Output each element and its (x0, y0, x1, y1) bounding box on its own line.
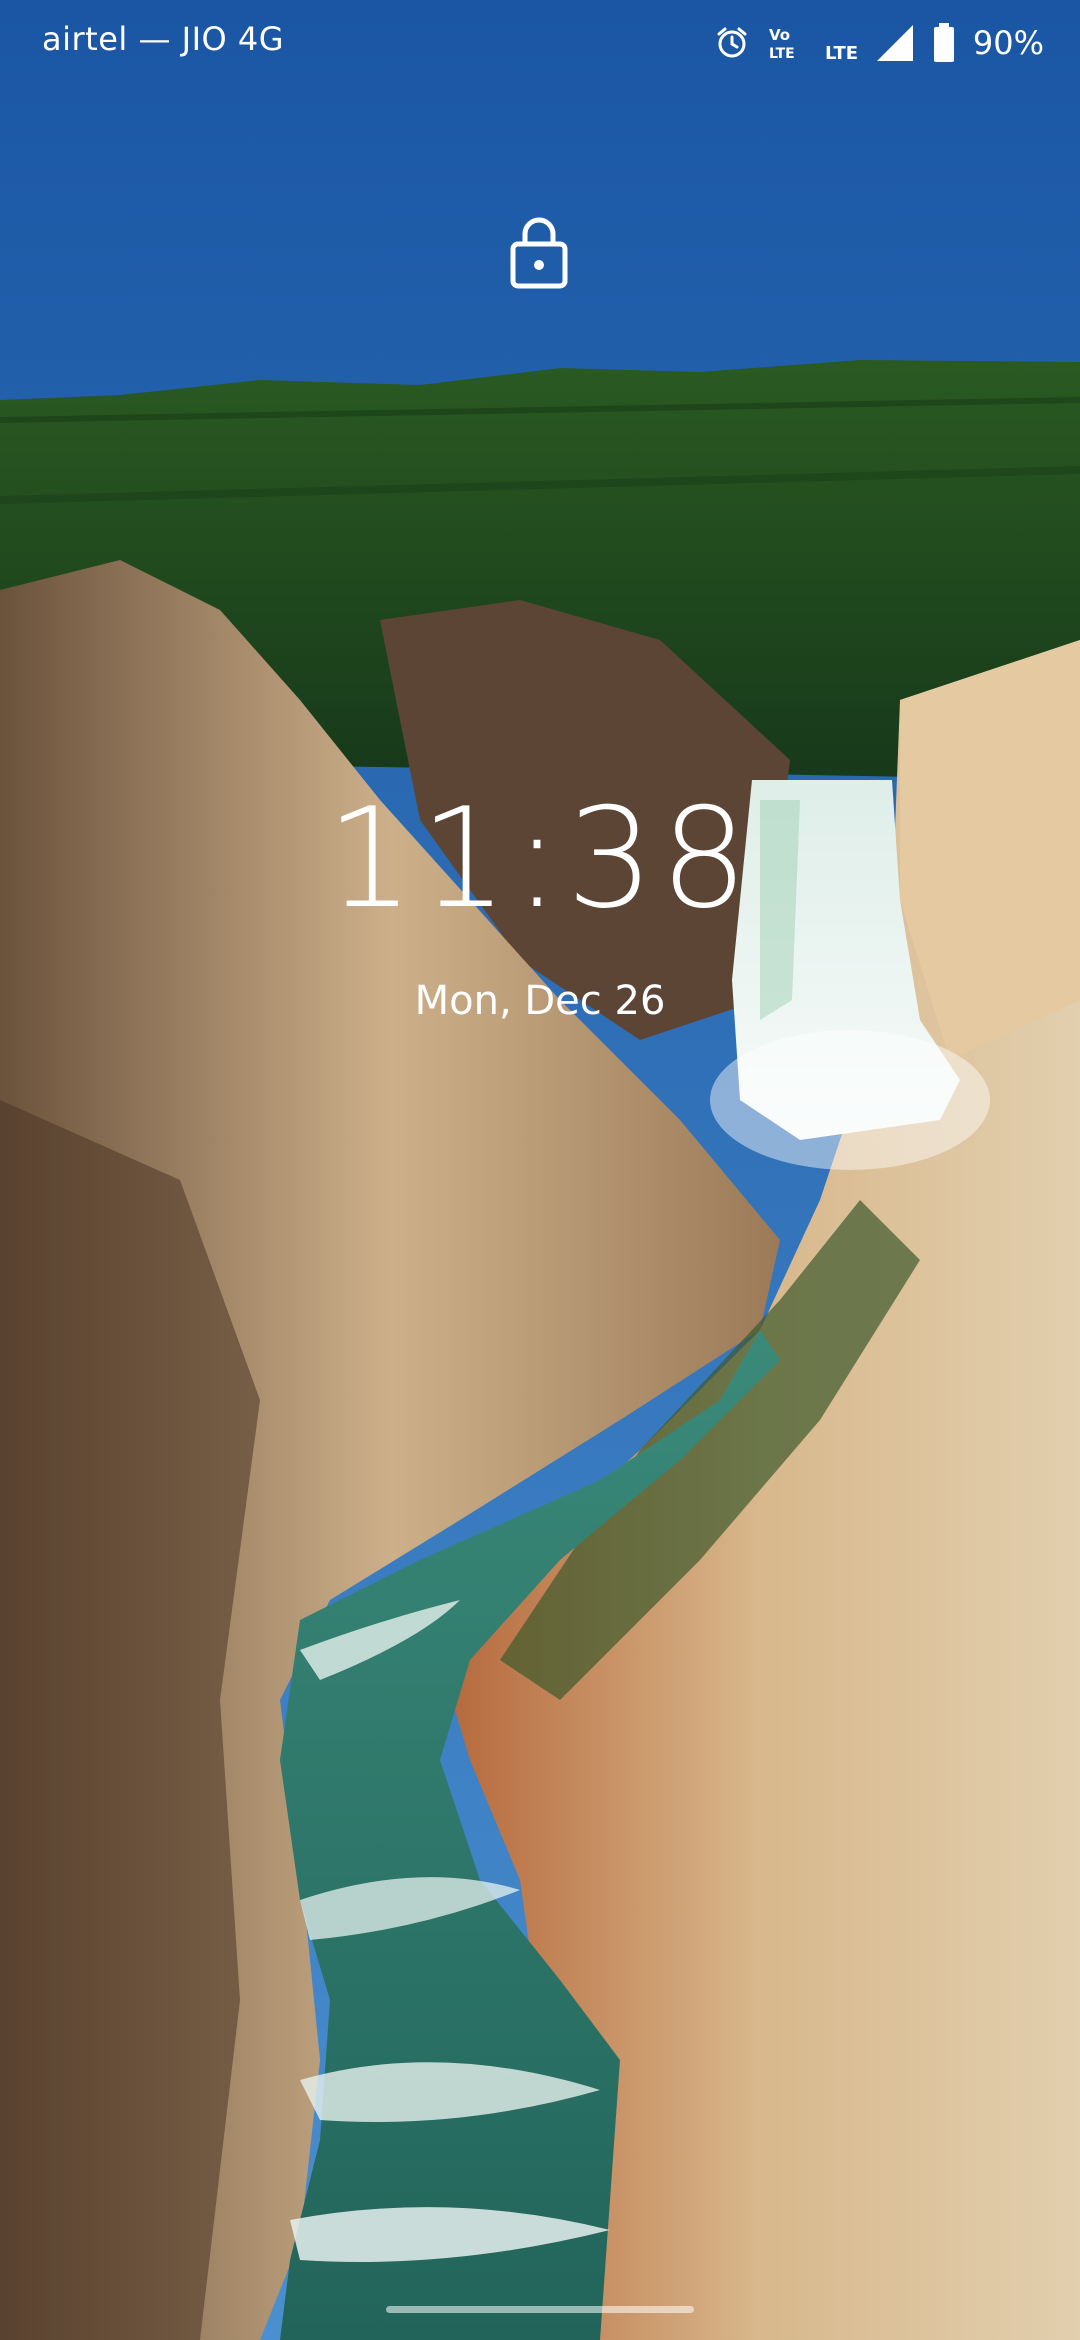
svg-text:LTE: LTE (825, 43, 858, 63)
svg-text:Vo: Vo (769, 26, 790, 44)
status-icons: Vo LTE LTE 90% (715, 18, 1044, 68)
volte-icon: Vo LTE (769, 26, 795, 61)
padlock-icon[interactable] (509, 214, 569, 290)
svg-text:LTE: LTE (769, 46, 795, 61)
carrier-label: airtel — JIO 4G (42, 20, 285, 58)
status-bar: airtel — JIO 4G Vo LTE LTE 90% (0, 0, 1080, 86)
lock-date: Mon, Dec 26 (414, 978, 666, 1024)
gesture-nav-handle[interactable] (386, 2306, 694, 2313)
lock-clock: 11:38 (326, 778, 754, 939)
alarm-icon (717, 27, 747, 58)
lte-signal-icon: LTE (825, 25, 913, 63)
battery-icon (933, 23, 954, 62)
battery-percent: 90% (972, 24, 1044, 62)
wallpaper (0, 0, 1080, 2340)
